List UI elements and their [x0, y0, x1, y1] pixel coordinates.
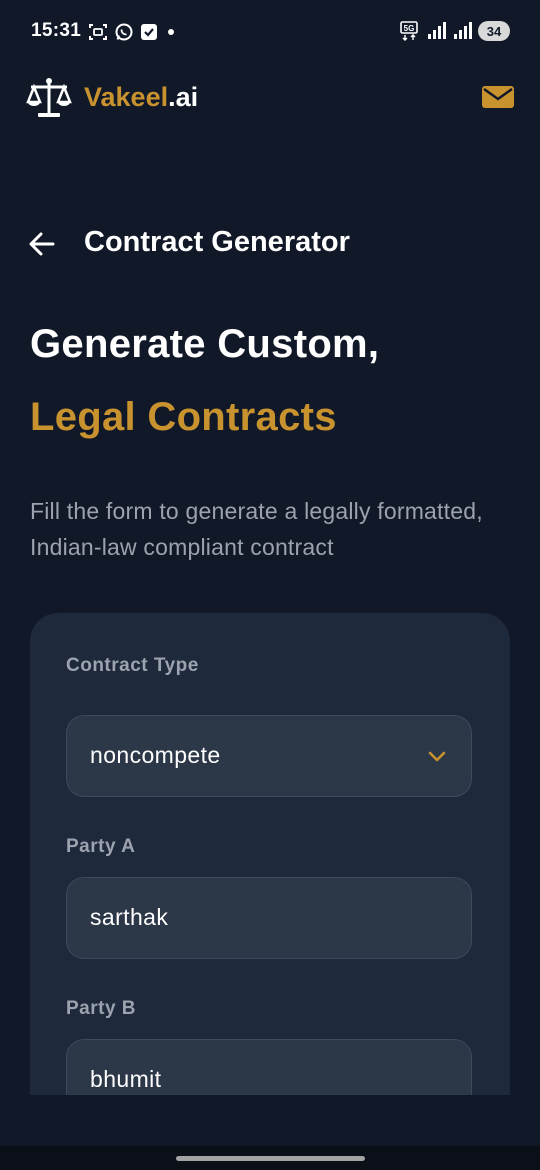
system-icons: 5G 34	[400, 21, 510, 41]
home-gesture-handle[interactable]	[176, 1156, 365, 1161]
screenshot-icon	[89, 24, 107, 40]
signal-icon	[428, 22, 446, 39]
chevron-down-icon	[428, 751, 446, 762]
party-a-input[interactable]: sarthak	[66, 877, 472, 959]
hero-description: Fill the form to generate a legally form…	[30, 498, 483, 560]
page-title-row: Contract Generator	[0, 222, 540, 266]
party-b-value: bhumit	[90, 1066, 162, 1092]
contract-type-value: noncompete	[90, 742, 221, 768]
mail-icon[interactable]	[482, 84, 514, 110]
signal-icon	[454, 22, 472, 39]
contract-type-label: Contract Type	[66, 655, 199, 676]
party-a-label: Party A	[66, 836, 136, 857]
hero-heading: Generate Custom,	[30, 322, 380, 366]
brand-name[interactable]: Vakeel.ai	[84, 82, 198, 113]
app-header: Vakeel.ai	[0, 72, 540, 124]
whatsapp-icon	[115, 23, 133, 41]
contract-type-select[interactable]: noncompete	[66, 715, 472, 797]
network-label: 5G	[404, 24, 415, 33]
battery-icon: 34	[478, 21, 510, 41]
arrow-left-icon[interactable]	[28, 230, 56, 258]
contract-form: Contract Type noncompete Party A sarthak…	[30, 613, 510, 1095]
party-b-input[interactable]: bhumit	[66, 1039, 472, 1095]
brand-primary: Vakeel	[84, 82, 169, 112]
notification-icons	[88, 22, 178, 42]
status-bar: 15:31 5G 34	[0, 0, 540, 64]
brand-secondary: .ai	[168, 82, 199, 112]
page-title: Contract Generator	[84, 226, 350, 258]
status-time: 15:31	[31, 20, 82, 41]
party-b-label: Party B	[66, 998, 137, 1019]
dot-icon	[168, 29, 174, 35]
network-icon: 5G	[400, 21, 418, 41]
scales-icon	[26, 78, 72, 117]
check-icon	[141, 24, 157, 40]
party-a-value: sarthak	[90, 904, 169, 930]
navigation-bar	[0, 1146, 540, 1170]
hero-heading-accent: Legal Contracts	[30, 395, 337, 439]
